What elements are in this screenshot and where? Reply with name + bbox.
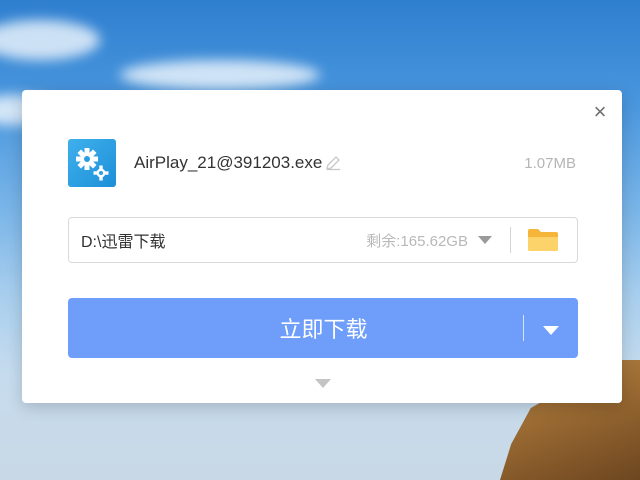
save-path-field[interactable]: D:\迅雷下载 剩余:165.62GB <box>68 217 578 263</box>
file-size: 1.07MB <box>524 154 576 172</box>
file-name[interactable]: AirPlay_21@391203.exe <box>134 153 322 173</box>
caret-down-icon[interactable] <box>524 298 578 358</box>
download-dialog: × AirPlay_21@391203.exe 1.07MB D:\迅雷下载 剩… <box>22 90 622 403</box>
cloud <box>0 20 100 60</box>
divider <box>510 227 511 253</box>
close-icon[interactable]: × <box>590 101 610 123</box>
cloud <box>120 60 320 90</box>
expand-down-icon[interactable] <box>315 379 331 388</box>
download-now-button[interactable]: 立即下载 <box>68 298 578 358</box>
save-path-value[interactable]: D:\迅雷下载 <box>81 228 165 252</box>
file-info-row: AirPlay_21@391203.exe 1.07MB <box>68 138 576 188</box>
settings-gears-icon <box>68 139 116 187</box>
folder-icon[interactable] <box>527 227 559 253</box>
chevron-down-icon[interactable] <box>478 236 492 244</box>
download-now-label: 立即下载 <box>279 317 368 342</box>
free-space-label: 剩余:165.62GB <box>366 232 468 250</box>
edit-pencil-icon[interactable] <box>324 154 342 172</box>
